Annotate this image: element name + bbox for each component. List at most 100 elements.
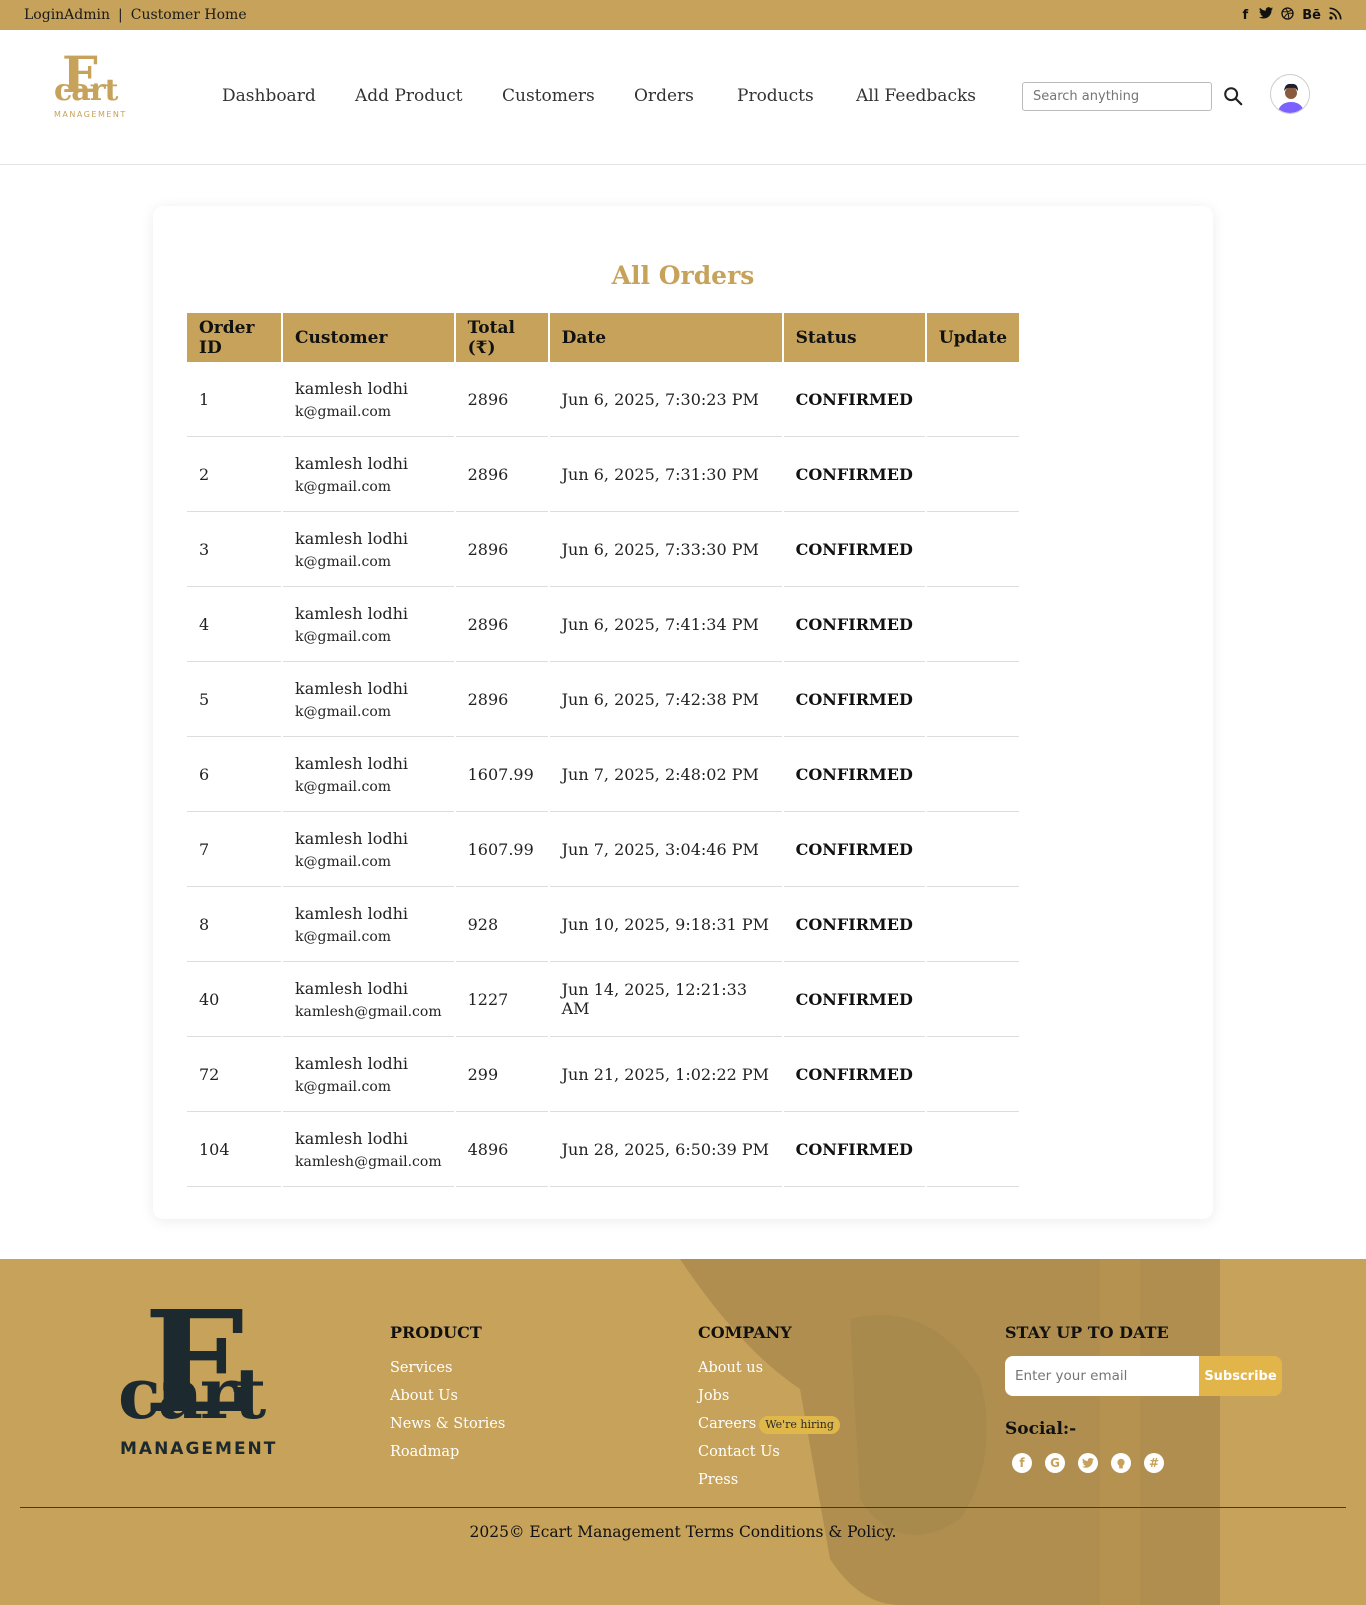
footer-link-press[interactable]: Press: [698, 1466, 840, 1494]
status-cell: CONFIRMED: [783, 1112, 925, 1187]
customer-home-link[interactable]: Customer Home: [131, 7, 247, 23]
nav-dashboard[interactable]: Dashboard: [222, 86, 355, 106]
total-cell: 2896: [455, 662, 548, 737]
footer: E cart MANAGEMENT PRODUCT Services About…: [0, 1259, 1366, 1605]
date-cell: Jun 14, 2025, 12:21:33 AM: [549, 962, 782, 1037]
order-id-cell: 72: [187, 1037, 281, 1112]
date-cell: Jun 6, 2025, 7:33:30 PM: [549, 512, 782, 587]
date-cell: Jun 7, 2025, 3:04:46 PM: [549, 812, 782, 887]
update-cell[interactable]: [926, 662, 1020, 737]
footer-logo[interactable]: E cart MANAGEMENT: [118, 1293, 275, 1459]
github-icon[interactable]: [1111, 1453, 1131, 1473]
total-cell: 1607.99: [455, 737, 548, 812]
status-cell: CONFIRMED: [783, 737, 925, 812]
footer-divider: [20, 1507, 1346, 1508]
footer-link-news-stories[interactable]: News & Stories: [390, 1410, 505, 1438]
behance-icon[interactable]: Bē: [1302, 8, 1321, 23]
status-cell: CONFIRMED: [783, 662, 925, 737]
total-cell: 299: [455, 1037, 548, 1112]
orders-table: Order ID Customer Total (₹) Date Status …: [185, 313, 1021, 1187]
email-field[interactable]: [1005, 1356, 1199, 1396]
nav-products[interactable]: Products: [737, 86, 856, 106]
status-cell: CONFIRMED: [783, 812, 925, 887]
avatar[interactable]: [1270, 74, 1310, 114]
status-cell: CONFIRMED: [783, 362, 925, 437]
customer-email: k@gmail.com: [295, 554, 392, 570]
update-cell[interactable]: [926, 587, 1020, 662]
table-row: 3 kamlesh lodhi k@gmail.com 2896 Jun 6, 2025…: [187, 512, 1020, 587]
update-cell[interactable]: [926, 1112, 1020, 1187]
facebook-icon[interactable]: f: [1012, 1453, 1032, 1473]
logo-subtitle: MANAGEMENT: [54, 110, 127, 119]
customer-name: kamlesh lodhi: [295, 979, 409, 998]
footer-link-jobs[interactable]: Jobs: [698, 1382, 840, 1410]
customer-cell: kamlesh lodhi kamlesh@gmail.com: [283, 1112, 454, 1187]
hiring-badge: We're hiring: [759, 1416, 840, 1434]
customer-cell: kamlesh lodhi kamlesh@gmail.com: [283, 962, 454, 1037]
login-admin-link[interactable]: LoginAdmin: [24, 7, 110, 23]
status-cell: CONFIRMED: [783, 1037, 925, 1112]
twitter-icon[interactable]: [1259, 7, 1274, 23]
footer-newsletter-column: STAY UP TO DATE: [1005, 1323, 1169, 1354]
footer-link-contact[interactable]: Contact Us: [698, 1438, 840, 1466]
twitter-icon[interactable]: [1078, 1453, 1098, 1473]
search-icon[interactable]: [1222, 85, 1244, 107]
customer-cell: kamlesh lodhi k@gmail.com: [283, 887, 454, 962]
order-id-cell: 5: [187, 662, 281, 737]
slack-icon[interactable]: #: [1144, 1453, 1164, 1473]
footer-link-services[interactable]: Services: [390, 1354, 505, 1382]
footer-link-roadmap[interactable]: Roadmap: [390, 1438, 505, 1466]
rss-icon[interactable]: [1329, 6, 1342, 24]
footer-link-about[interactable]: About us: [698, 1354, 840, 1382]
google-icon[interactable]: G: [1045, 1453, 1065, 1473]
dribbble-icon[interactable]: [1281, 6, 1294, 24]
subscribe-form: Subscribe: [1005, 1356, 1282, 1396]
nav-orders[interactable]: Orders: [634, 86, 737, 106]
col-update: Update: [926, 313, 1020, 362]
table-row: 104 kamlesh lodhi kamlesh@gmail.com 4896 Jun…: [187, 1112, 1020, 1187]
nav-add-product[interactable]: Add Product: [355, 86, 502, 106]
search-input[interactable]: [1022, 82, 1212, 111]
date-cell: Jun 7, 2025, 2:48:02 PM: [549, 737, 782, 812]
top-social-icons: f Bē: [1239, 6, 1342, 24]
customer-cell: kamlesh lodhi k@gmail.com: [283, 662, 454, 737]
company-heading: COMPANY: [698, 1323, 792, 1342]
subscribe-button[interactable]: Subscribe: [1199, 1356, 1282, 1396]
footer-background-image: [680, 1259, 1220, 1605]
nav-customers[interactable]: Customers: [502, 86, 634, 106]
status-cell: CONFIRMED: [783, 962, 925, 1037]
update-cell[interactable]: [926, 887, 1020, 962]
update-cell[interactable]: [926, 812, 1020, 887]
update-cell[interactable]: [926, 737, 1020, 812]
footer-link-about-us[interactable]: About Us: [390, 1382, 505, 1410]
customer-cell: kamlesh lodhi k@gmail.com: [283, 512, 454, 587]
footer-logo-word: cart: [118, 1352, 266, 1435]
page-title: All Orders: [611, 261, 755, 290]
customer-email: k@gmail.com: [295, 629, 392, 645]
customer-email: k@gmail.com: [295, 854, 392, 870]
total-cell: 1607.99: [455, 812, 548, 887]
update-cell[interactable]: [926, 962, 1020, 1037]
customer-cell: kamlesh lodhi k@gmail.com: [283, 362, 454, 437]
update-cell[interactable]: [926, 362, 1020, 437]
footer-link-careers[interactable]: Careers We're hiring: [698, 1410, 840, 1438]
customer-name: kamlesh lodhi: [295, 904, 409, 923]
update-cell[interactable]: [926, 437, 1020, 512]
date-cell: Jun 21, 2025, 1:02:22 PM: [549, 1037, 782, 1112]
update-cell[interactable]: [926, 512, 1020, 587]
footer-company-column: COMPANY About us Jobs Careers We're hirin…: [698, 1323, 840, 1494]
nav-all-feedbacks[interactable]: All Feedbacks: [856, 86, 976, 106]
table-header-row: Order ID Customer Total (₹) Date Status …: [187, 313, 1020, 362]
total-cell: 1227: [455, 962, 548, 1037]
table-row: 5 kamlesh lodhi k@gmail.com 2896 Jun 6, 2025…: [187, 662, 1020, 737]
customer-email: k@gmail.com: [295, 479, 392, 495]
facebook-icon[interactable]: f: [1239, 8, 1251, 23]
footer-logo-subtitle: MANAGEMENT: [120, 1439, 278, 1459]
brand-logo[interactable]: E cart MANAGEMENT: [54, 50, 127, 124]
order-id-cell: 7: [187, 812, 281, 887]
order-id-cell: 6: [187, 737, 281, 812]
customer-email: k@gmail.com: [295, 779, 392, 795]
customer-cell: kamlesh lodhi k@gmail.com: [283, 1037, 454, 1112]
update-cell[interactable]: [926, 1037, 1020, 1112]
order-id-cell: 40: [187, 962, 281, 1037]
